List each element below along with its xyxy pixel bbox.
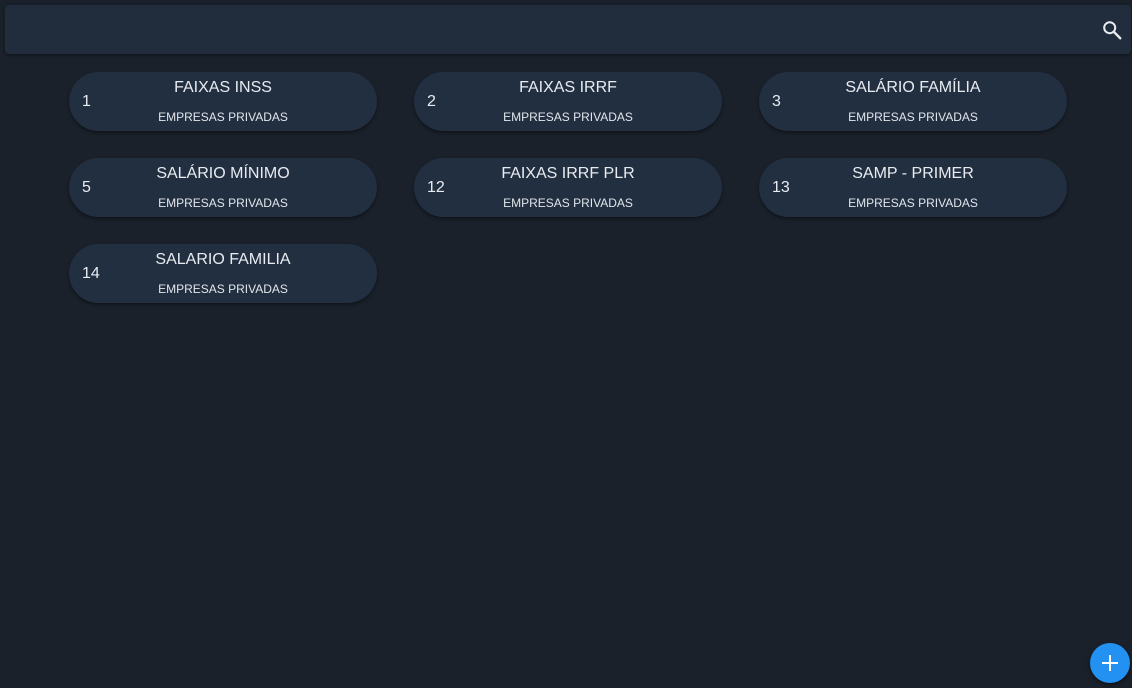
item-title: FAIXAS INSS [174,79,272,96]
item-number: 1 [82,93,91,110]
item-title: SAMP - PRIMER [852,165,974,182]
list-item[interactable]: 1 FAIXAS INSS EMPRESAS PRIVADAS [69,72,377,131]
item-subtitle: EMPRESAS PRIVADAS [158,282,288,296]
list-item[interactable]: 14 SALARIO FAMILIA EMPRESAS PRIVADAS [69,244,377,303]
item-subtitle: EMPRESAS PRIVADAS [158,110,288,124]
search-input[interactable] [19,13,1083,47]
list-item[interactable]: 12 FAIXAS IRRF PLR EMPRESAS PRIVADAS [414,158,722,217]
list-item[interactable]: 2 FAIXAS IRRF EMPRESAS PRIVADAS [414,72,722,131]
item-title: SALÁRIO FAMÍLIA [845,79,981,96]
item-title: FAIXAS IRRF [519,79,617,96]
item-title: FAIXAS IRRF PLR [501,165,635,182]
item-number: 12 [427,179,445,196]
item-title: SALÁRIO MÍNIMO [156,165,290,182]
search-icon[interactable] [1101,19,1123,41]
search-bar [5,5,1131,54]
item-subtitle: EMPRESAS PRIVADAS [503,110,633,124]
card-grid: 1 FAIXAS INSS EMPRESAS PRIVADAS 2 FAIXAS… [0,0,1132,688]
item-subtitle: EMPRESAS PRIVADAS [503,196,633,210]
add-button[interactable] [1090,643,1130,683]
item-number: 2 [427,93,436,110]
plus-icon [1102,655,1118,671]
item-number: 5 [82,179,91,196]
item-subtitle: EMPRESAS PRIVADAS [158,196,288,210]
item-subtitle: EMPRESAS PRIVADAS [848,196,978,210]
item-number: 3 [772,93,781,110]
item-title: SALARIO FAMILIA [155,251,291,268]
item-subtitle: EMPRESAS PRIVADAS [848,110,978,124]
list-item[interactable]: 3 SALÁRIO FAMÍLIA EMPRESAS PRIVADAS [759,72,1067,131]
page: 1 FAIXAS INSS EMPRESAS PRIVADAS 2 FAIXAS… [0,0,1132,688]
list-item[interactable]: 13 SAMP - PRIMER EMPRESAS PRIVADAS [759,158,1067,217]
item-number: 13 [772,179,790,196]
item-number: 14 [82,265,100,282]
list-item[interactable]: 5 SALÁRIO MÍNIMO EMPRESAS PRIVADAS [69,158,377,217]
